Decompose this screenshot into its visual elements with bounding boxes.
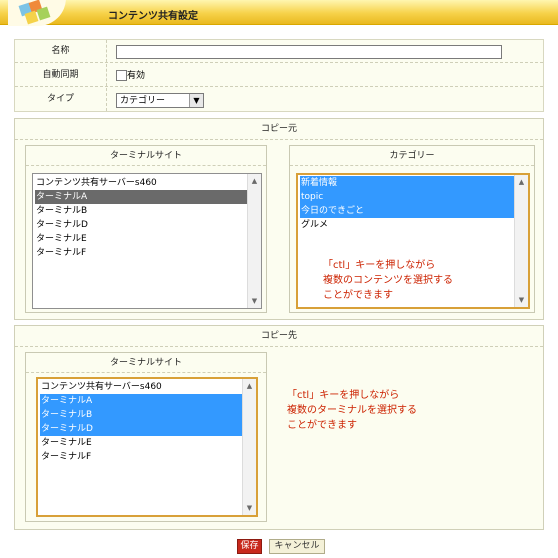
scroll-up-icon[interactable]: ▲ xyxy=(515,176,528,188)
list-item[interactable]: ターミナルF xyxy=(40,450,242,464)
save-button[interactable]: 保存 xyxy=(237,539,262,554)
destination-terminal-title: ターミナルサイト xyxy=(26,353,266,373)
list-item[interactable]: ターミナルF xyxy=(35,246,247,260)
list-item[interactable]: ターミナルA xyxy=(35,190,247,204)
destination-section-title: コピー先 xyxy=(15,326,543,347)
destination-section: コピー先 ターミナルサイト コンテンツ共有サーバーs460 ターミナルA ターミ… xyxy=(14,325,544,530)
list-item[interactable]: コンテンツ共有サーバーs460 xyxy=(40,380,242,394)
type-select-value: カテゴリー xyxy=(120,96,166,106)
list-item[interactable]: ターミナルE xyxy=(40,436,242,450)
scroll-up-icon[interactable]: ▲ xyxy=(248,175,261,187)
hint-line: ことができます xyxy=(287,420,357,431)
type-select[interactable]: カテゴリー ▼ xyxy=(116,93,204,108)
list-item[interactable]: ターミナルD xyxy=(35,218,247,232)
scroll-down-icon[interactable]: ▼ xyxy=(243,502,256,514)
settings-form: 名称 自動同期 有効 タイプ カテゴリー ▼ xyxy=(14,39,544,112)
list-item[interactable]: 新着情報 xyxy=(300,176,514,190)
autosync-label: 自動同期 xyxy=(15,64,107,86)
cancel-button[interactable]: キャンセル xyxy=(269,539,325,554)
list-item[interactable]: topic xyxy=(300,190,514,204)
hint-line: 「ctl」キーを押しながら xyxy=(323,260,436,271)
source-category-listbox[interactable]: 新着情報 topic 今日のできごと グルメ 「ctl」キーを押しながら 複数の… xyxy=(296,173,530,309)
list-item[interactable]: ターミナルA xyxy=(40,394,242,408)
hint-line: 複数のコンテンツを選択する xyxy=(323,275,453,286)
destination-terminal-listbox[interactable]: コンテンツ共有サーバーs460 ターミナルA ターミナルB ターミナルD ターミ… xyxy=(36,377,258,517)
source-category-panel: カテゴリー 新着情報 topic 今日のできごと グルメ 「ctl」キーを押しな… xyxy=(289,145,535,313)
hint-line: 「ctl」キーを押しながら xyxy=(287,390,400,401)
list-item[interactable]: グルメ xyxy=(300,218,514,232)
autosync-checkbox-label[interactable]: 有効 xyxy=(127,70,145,82)
source-section: コピー元 ターミナルサイト コンテンツ共有サーバーs460 ターミナルA ターミ… xyxy=(14,118,544,320)
scroll-up-icon[interactable]: ▲ xyxy=(243,380,256,392)
hint-line: 複数のターミナルを選択する xyxy=(287,405,417,416)
scrollbar[interactable]: ▲ ▼ xyxy=(247,174,261,308)
list-item[interactable]: ターミナルE xyxy=(35,232,247,246)
scrollbar[interactable]: ▲ ▼ xyxy=(242,379,256,515)
source-section-title: コピー元 xyxy=(15,119,543,140)
source-terminal-title: ターミナルサイト xyxy=(26,146,266,166)
list-item[interactable]: ターミナルB xyxy=(35,204,247,218)
autosync-row: 自動同期 有効 xyxy=(15,64,543,87)
name-label: 名称 xyxy=(15,40,107,62)
category-hint-text: 「ctl」キーを押しながら 複数のコンテンツを選択する ことができます xyxy=(323,258,453,303)
scroll-down-icon[interactable]: ▼ xyxy=(248,295,261,307)
hint-line: ことができます xyxy=(323,290,393,301)
list-item[interactable]: ターミナルD xyxy=(40,422,242,436)
source-category-title: カテゴリー xyxy=(290,146,534,166)
name-input[interactable] xyxy=(116,45,502,59)
source-terminal-listbox[interactable]: コンテンツ共有サーバーs460 ターミナルA ターミナルB ターミナルD ターミ… xyxy=(32,173,262,309)
page-header: コンテンツ共有設定 xyxy=(0,0,558,26)
destination-terminal-panel: ターミナルサイト コンテンツ共有サーバーs460 ターミナルA ターミナルB タ… xyxy=(25,352,267,522)
list-item[interactable]: 今日のできごと xyxy=(300,204,514,218)
scroll-down-icon[interactable]: ▼ xyxy=(515,294,528,306)
type-label: タイプ xyxy=(15,88,107,111)
type-row: タイプ カテゴリー ▼ xyxy=(15,88,543,111)
name-row: 名称 xyxy=(15,40,543,63)
chevron-down-icon[interactable]: ▼ xyxy=(189,94,203,107)
terminal-hint-text: 「ctl」キーを押しながら 複数のターミナルを選択する ことができます xyxy=(287,388,417,433)
list-item[interactable]: コンテンツ共有サーバーs460 xyxy=(35,176,247,190)
source-terminal-panel: ターミナルサイト コンテンツ共有サーバーs460 ターミナルA ターミナルB タ… xyxy=(25,145,267,313)
autosync-checkbox[interactable] xyxy=(116,70,127,81)
list-item[interactable]: ターミナルB xyxy=(40,408,242,422)
app-logo-icon xyxy=(8,0,66,26)
scrollbar[interactable]: ▲ ▼ xyxy=(514,175,528,307)
page-title: コンテンツ共有設定 xyxy=(108,11,198,22)
